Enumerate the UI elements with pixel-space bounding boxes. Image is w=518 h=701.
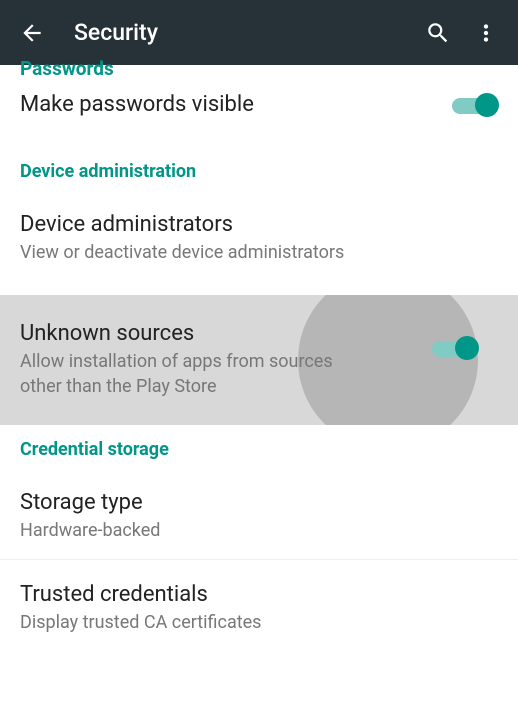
section-header-passwords: Passwords — [0, 59, 518, 76]
pref-trusted-credentials[interactable]: Trusted credentials Display trusted CA c… — [0, 560, 518, 651]
pref-title: Trusted credentials — [20, 582, 498, 607]
switch-thumb — [455, 336, 479, 360]
section-header-credential-storage: Credential storage — [0, 439, 518, 460]
toggle-make-passwords-visible[interactable] — [452, 93, 496, 117]
page-title: Security — [74, 19, 414, 46]
section-header-device-administration: Device administration — [0, 161, 518, 182]
pref-make-passwords-visible[interactable]: Make passwords visible — [0, 76, 518, 133]
pref-unknown-sources[interactable]: Unknown sources Allow installation of ap… — [0, 295, 518, 425]
pref-title: Device administrators — [20, 212, 498, 237]
pref-title: Storage type — [20, 490, 498, 515]
back-button[interactable] — [8, 9, 56, 57]
app-bar: Security — [0, 0, 518, 65]
search-icon — [425, 20, 451, 46]
toggle-unknown-sources[interactable] — [432, 336, 476, 360]
pref-subtitle: Hardware-backed — [20, 519, 498, 543]
more-vert-icon — [473, 20, 499, 46]
settings-list[interactable]: Passwords Make passwords visible Device … — [0, 59, 518, 695]
pref-subtitle: Allow installation of apps from sources … — [20, 350, 374, 399]
arrow-back-icon — [19, 20, 45, 46]
switch-thumb — [475, 93, 499, 117]
pref-subtitle: View or deactivate device administrators — [20, 241, 498, 265]
pref-device-administrators[interactable]: Device administrators View or deactivate… — [0, 196, 518, 281]
search-button[interactable] — [414, 9, 462, 57]
pref-subtitle: Display trusted CA certificates — [20, 611, 498, 635]
pref-storage-type[interactable]: Storage type Hardware-backed — [0, 474, 518, 559]
pref-title: Make passwords visible — [20, 92, 418, 117]
overflow-button[interactable] — [462, 9, 510, 57]
pref-title: Unknown sources — [20, 321, 374, 346]
